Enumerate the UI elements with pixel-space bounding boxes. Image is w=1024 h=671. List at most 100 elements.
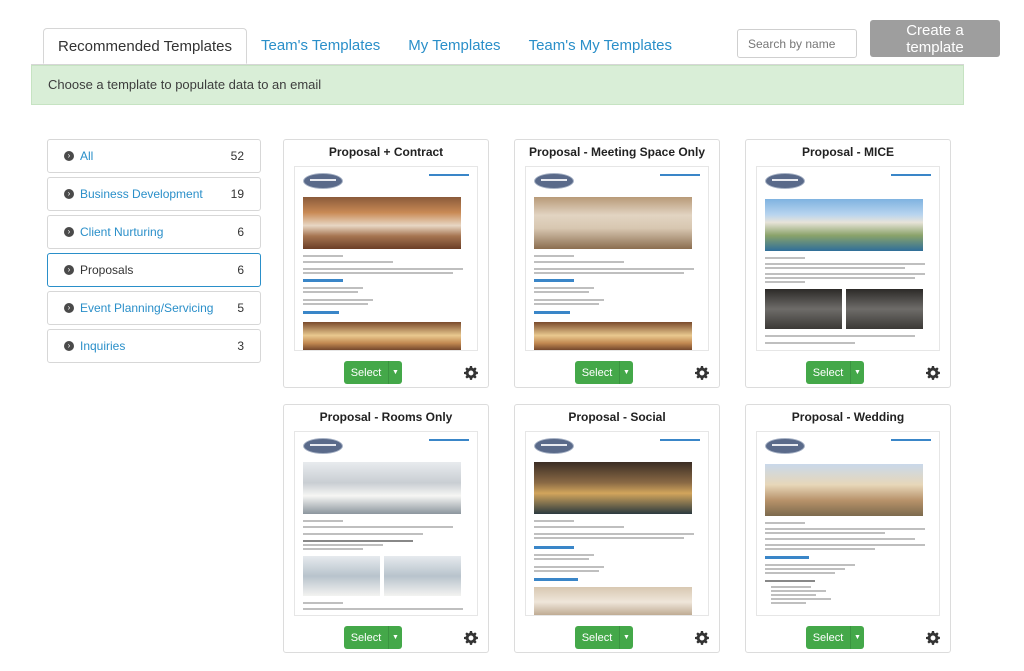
preview-photo xyxy=(765,289,842,329)
gear-icon[interactable] xyxy=(695,366,709,380)
select-button[interactable]: Select xyxy=(806,361,850,384)
preview-text-line xyxy=(534,303,599,305)
select-button[interactable]: Select xyxy=(575,361,619,384)
select-button[interactable]: Select xyxy=(344,361,388,384)
category-item-client-nurturing[interactable]: › Client Nurturing 6 xyxy=(47,215,261,249)
category-item-proposals[interactable]: › Proposals 6 xyxy=(47,253,261,287)
preview-text-line xyxy=(534,566,604,568)
caret-down-icon[interactable]: ▼ xyxy=(619,626,633,649)
template-preview[interactable] xyxy=(756,431,940,616)
preview-photo xyxy=(765,199,923,251)
preview-links xyxy=(429,174,469,176)
category-item-all[interactable]: › All 52 xyxy=(47,139,261,173)
preview-text-line xyxy=(303,544,383,546)
tab-recommended-templates[interactable]: Recommended Templates xyxy=(43,28,247,64)
template-preview[interactable] xyxy=(294,431,478,616)
hotel-logo-icon xyxy=(765,438,805,454)
gear-icon[interactable] xyxy=(926,631,940,645)
hotel-logo-icon xyxy=(534,438,574,454)
select-split-button: Select ▼ xyxy=(344,626,402,649)
preview-text-line xyxy=(534,537,684,539)
preview-photo xyxy=(846,289,923,329)
category-label: Proposals xyxy=(80,263,134,277)
template-card-proposal-contract: Proposal + Contract Select ▼ xyxy=(283,139,489,388)
preview-text-line xyxy=(534,570,599,572)
preview-text-line xyxy=(771,598,831,600)
preview-text-line xyxy=(303,520,343,522)
preview-text-line xyxy=(771,602,806,604)
preview-text-line xyxy=(303,526,453,528)
preview-text-line xyxy=(765,538,915,540)
template-title: Proposal - Meeting Space Only xyxy=(528,145,706,159)
gear-icon[interactable] xyxy=(695,631,709,645)
select-split-button: Select ▼ xyxy=(344,361,402,384)
preview-text-line xyxy=(303,272,453,274)
gear-icon[interactable] xyxy=(926,366,940,380)
preview-text-line xyxy=(765,257,805,259)
category-count: 52 xyxy=(230,149,244,163)
hotel-logo-icon xyxy=(534,173,574,189)
preview-text-line xyxy=(303,299,373,301)
category-count: 19 xyxy=(230,187,244,201)
preview-text-line xyxy=(765,532,885,534)
category-item-inquiries[interactable]: › Inquiries 3 xyxy=(47,329,261,363)
preview-text-line xyxy=(534,261,624,263)
preview-text-line xyxy=(534,268,694,270)
gear-icon[interactable] xyxy=(464,631,478,645)
template-preview[interactable] xyxy=(525,166,709,351)
template-preview[interactable] xyxy=(294,166,478,351)
category-label: Business Development xyxy=(80,187,203,201)
template-preview[interactable] xyxy=(756,166,940,351)
select-button[interactable]: Select xyxy=(806,626,850,649)
preview-text-line xyxy=(303,303,368,305)
preview-text-line xyxy=(303,533,423,535)
category-label: All xyxy=(80,149,94,163)
preview-text-line xyxy=(765,572,835,574)
category-count: 6 xyxy=(237,225,244,239)
preview-photo xyxy=(303,556,380,596)
category-item-event-planning-servicing[interactable]: › Event Planning/Servicing 5 xyxy=(47,291,261,325)
gear-icon[interactable] xyxy=(464,366,478,380)
preview-photo xyxy=(534,462,692,514)
preview-photo xyxy=(303,462,461,514)
caret-down-icon[interactable]: ▼ xyxy=(388,626,402,649)
preview-text-line xyxy=(771,590,826,592)
template-title: Proposal - MICE xyxy=(801,145,894,159)
tab-my-templates[interactable]: My Templates xyxy=(394,28,514,64)
preview-text-line xyxy=(303,287,363,289)
preview-links xyxy=(660,439,700,441)
category-label: Inquiries xyxy=(80,339,126,353)
preview-photo xyxy=(303,197,461,249)
select-button[interactable]: Select xyxy=(344,626,388,649)
template-card-mice: Proposal - MICE Select ▼ xyxy=(745,139,951,388)
preview-text-line xyxy=(534,554,594,556)
preview-photo xyxy=(303,322,461,350)
category-list: › All 52 › Business Development 19 › Cli… xyxy=(47,139,261,367)
select-button[interactable]: Select xyxy=(575,626,619,649)
preview-text-line xyxy=(534,558,589,560)
create-template-button[interactable]: Create a template xyxy=(870,20,1000,57)
preview-text-line xyxy=(303,261,393,263)
tab-teams-templates[interactable]: Team's Templates xyxy=(247,28,394,64)
preview-text-line xyxy=(765,342,855,344)
hotel-logo-icon xyxy=(765,173,805,189)
category-item-business-development[interactable]: › Business Development 19 xyxy=(47,177,261,211)
template-title: Proposal - Social xyxy=(568,410,666,424)
caret-down-icon[interactable]: ▼ xyxy=(850,626,864,649)
preview-links xyxy=(660,174,700,176)
preview-text-line xyxy=(765,522,805,524)
preview-text-line xyxy=(303,268,463,270)
caret-down-icon[interactable]: ▼ xyxy=(850,361,864,384)
caret-down-icon[interactable]: ▼ xyxy=(388,361,402,384)
caret-down-icon[interactable]: ▼ xyxy=(619,361,633,384)
template-preview[interactable] xyxy=(525,431,709,616)
chevron-circle-right-icon: › xyxy=(64,151,74,161)
preview-text-line xyxy=(303,608,463,610)
search-input[interactable] xyxy=(737,29,857,58)
preview-text-line xyxy=(765,564,855,566)
preview-text-line xyxy=(765,263,925,265)
preview-text-line xyxy=(534,287,594,289)
preview-text-line xyxy=(765,528,925,530)
preview-heading xyxy=(303,311,339,314)
tab-teams-my-templates[interactable]: Team's My Templates xyxy=(515,28,686,64)
